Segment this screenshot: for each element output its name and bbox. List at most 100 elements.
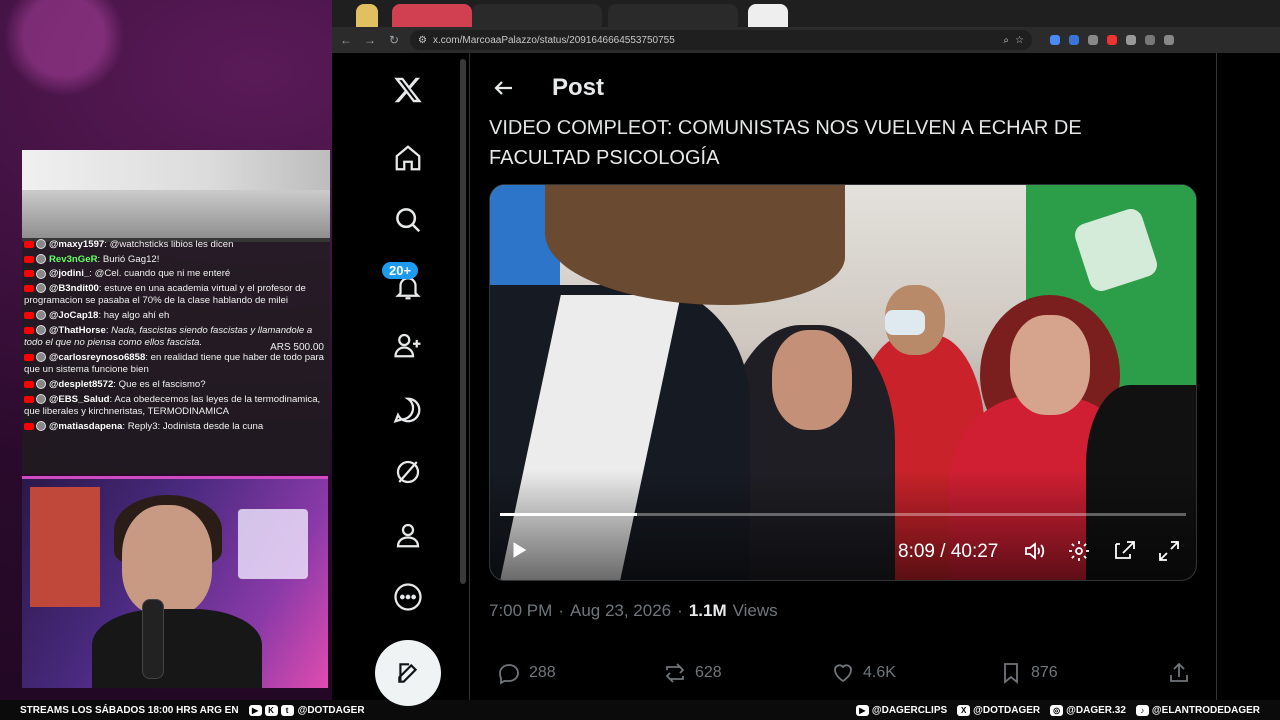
browser-tab[interactable]	[608, 4, 738, 27]
back-arrow-icon[interactable]	[492, 76, 516, 100]
extension-icon[interactable]	[1088, 35, 1098, 45]
youtube-icon	[24, 422, 34, 430]
compose-button[interactable]	[375, 640, 441, 706]
chat-text: hay algo ahí eh	[103, 309, 170, 321]
video-controls: 8:09 / 40:27	[490, 531, 1196, 571]
social-handle: @DAGERCLIPS	[871, 704, 948, 716]
repost-button[interactable]: 628	[663, 661, 722, 685]
extension-icon[interactable]	[1107, 35, 1117, 45]
fullscreen-icon[interactable]	[1157, 539, 1181, 563]
site-info-icon[interactable]: ⚙	[418, 35, 427, 46]
column-divider	[469, 53, 470, 700]
tiktok-icon: ♪	[1135, 704, 1149, 716]
more-icon[interactable]	[375, 573, 441, 621]
avatar	[36, 283, 46, 294]
avatar	[36, 325, 46, 336]
like-count: 4.6K	[863, 664, 896, 681]
post-date[interactable]: Aug 23, 2026	[570, 601, 671, 621]
youtube-icon	[24, 270, 34, 278]
search-icon[interactable]	[375, 196, 441, 244]
avatar	[36, 352, 46, 363]
chat-message: @B3ndit00: estuve en una academia virtua…	[24, 282, 306, 307]
settings-gear-icon[interactable]	[1067, 539, 1091, 563]
chat-username: @maxy1597	[49, 239, 105, 250]
reply-count: 288	[529, 664, 556, 681]
chat-username: @carlosreynoso6858	[49, 351, 146, 363]
notification-badge: 20+	[382, 262, 419, 279]
chat-message: @matiasdapena: Reply3: Jodinista desde l…	[22, 420, 330, 435]
chat-username: @jodini_	[49, 268, 90, 280]
volume-icon[interactable]	[1022, 539, 1046, 563]
reply-button[interactable]: 288	[497, 661, 556, 685]
chat-username: @JoCap18	[49, 309, 99, 321]
social-handle: @DOTDAGER	[973, 704, 1041, 716]
youtube-icon	[24, 255, 34, 263]
x-page: 20+ VIDEO COMPLEOT: COMUNISTAS NOS VUELV…	[332, 53, 1280, 706]
forward-icon[interactable]: →	[362, 33, 378, 47]
social-handle: @ELANTRODEDAGER	[1151, 704, 1260, 716]
menu-icon[interactable]	[1164, 35, 1174, 45]
browser-tab[interactable]	[356, 4, 378, 27]
reload-icon[interactable]: ↻	[386, 33, 402, 47]
youtube-icon	[24, 380, 34, 388]
post-actions: 288 628 4.6K 876	[489, 661, 1189, 691]
extension-icon[interactable]	[1126, 35, 1136, 45]
back-icon[interactable]: ←	[338, 33, 354, 47]
x-logo-icon[interactable]	[375, 66, 441, 114]
stream-chat: @maxy1597: @watchsticks libios les dicen…	[22, 238, 330, 474]
grok-icon[interactable]	[375, 386, 441, 434]
bookmark-count: 876	[1031, 664, 1058, 681]
people-icon[interactable]	[375, 321, 441, 369]
extension-icons	[1050, 35, 1174, 45]
picture-in-picture-icon[interactable]	[1113, 539, 1137, 563]
reply-icon	[499, 664, 519, 685]
url-bar[interactable]: ⚙ x.com/MarcoaaPalazzo/status/2091646664…	[410, 30, 1032, 50]
youtube-icon	[24, 326, 34, 334]
bookmark-icon	[1004, 663, 1018, 684]
chat-username: @EBS_Salud	[49, 393, 110, 405]
sidebar-scrollbar[interactable]	[460, 59, 466, 584]
bookmark-star-icon[interactable]: ☆	[1015, 35, 1024, 46]
home-icon[interactable]	[375, 134, 441, 182]
chat-message: @EBS_Salud: Aca obedecemos las leyes de …	[24, 393, 321, 418]
avatar	[36, 239, 46, 250]
streamer-webcam	[22, 476, 328, 688]
chat-message: @JoCap18: hay algo ahí eh	[22, 309, 330, 324]
microphone-icon	[142, 599, 164, 679]
browser-tab[interactable]	[472, 4, 602, 27]
youtube-icon: ▶	[855, 704, 869, 716]
video-progress-bar[interactable]	[500, 513, 1186, 516]
premium-icon[interactable]	[375, 448, 441, 496]
post-time[interactable]: 7:00 PM	[489, 601, 552, 621]
extension-icon[interactable]	[1069, 35, 1079, 45]
profile-icon[interactable]	[375, 511, 441, 559]
youtube-icon: ▶	[248, 704, 262, 716]
browser-tab[interactable]	[392, 4, 472, 27]
video-time: 8:09 / 40:27	[898, 541, 999, 562]
chat-username: Rev3nGeR	[49, 253, 98, 265]
youtube-icon	[24, 311, 34, 319]
address-bar-row: ← → ↻ ⚙ x.com/MarcoaaPalazzo/status/2091…	[332, 27, 1280, 53]
browser-tab-active[interactable]	[748, 4, 788, 27]
youtube-icon	[24, 284, 34, 292]
chat-message: @desplet8572: Que es el fascismo?	[22, 378, 330, 393]
repost-count: 628	[695, 664, 722, 681]
sidebar-icon[interactable]	[1145, 35, 1155, 45]
video-player[interactable]: 8:09 / 40:27	[489, 184, 1197, 581]
stream-handle: @DOTDAGER	[297, 704, 365, 716]
play-icon[interactable]	[508, 539, 530, 561]
like-button[interactable]: 4.6K	[831, 661, 896, 685]
avatar	[36, 268, 46, 279]
avatar	[36, 254, 46, 265]
extension-icon[interactable]	[1050, 35, 1060, 45]
youtube-icon	[24, 395, 34, 403]
chat-username: @ThatHorse	[49, 324, 106, 336]
share-button[interactable]	[1167, 661, 1191, 685]
avatar	[36, 421, 46, 432]
zoom-icon[interactable]: ⌕	[1003, 35, 1009, 46]
bookmark-button[interactable]: 876	[999, 661, 1058, 685]
avatar	[36, 379, 46, 390]
chat-message: @carlosreynoso6858: en realidad tiene qu…	[24, 351, 324, 376]
video-progress-fill	[500, 513, 638, 516]
x-icon: X	[957, 704, 971, 716]
